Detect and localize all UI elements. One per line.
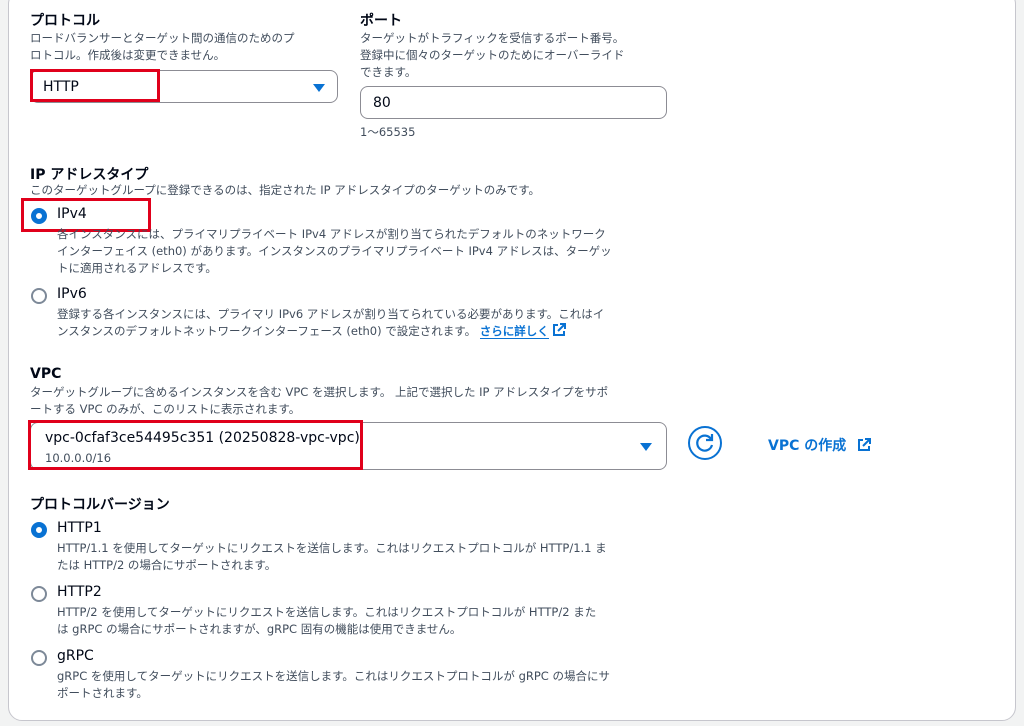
ipv4-description-line: 各インスタンスには、プライマリプライベート IPv4 アドレスが割り当てられたデ… [57,227,606,241]
ipv6-label[interactable]: IPv6 [57,286,87,302]
port-description-line: できます。 [360,65,417,79]
learn-more-link[interactable]: さらに詳しく [479,324,549,339]
protocol-description-line: ロードバランサーとターゲット間の通信のためのプ [30,31,295,45]
http2-description: HTTP/2 を使用してターゲットにリクエストを送信します。これはリクエストプロ… [57,604,596,638]
vpc-select[interactable]: vpc-0cfaf3ce54495c351 (20250828-vpc-vpc)… [30,422,667,470]
radio-ipv4[interactable] [31,208,47,224]
ipv4-description: 各インスタンスには、プライマリプライベート IPv4 アドレスが割り当てられたデ… [57,226,612,277]
protocol-selected-value: HTTP [43,79,79,95]
vpc-description-line: ートする VPC のみが、このリストに表示されます。 [30,402,301,416]
refresh-icon [696,434,714,452]
caret-down-icon [640,443,652,451]
http1-label[interactable]: HTTP1 [57,520,102,536]
vpc-description: ターゲットグループに含めるインスタンスを含む VPC を選択します。 上記で選択… [30,384,608,418]
grpc-description-line: gRPC を使用してターゲットにリクエストを送信します。これはリクエストプロトコ… [57,669,610,683]
ipv6-description-line: 登録する各インスタンスには、プライマリ IPv6 アドレスが割り当てられている必… [57,307,605,321]
port-description: ターゲットがトラフィックを受信するポート番号。 登録中に個々のターゲットのために… [360,30,670,81]
radio-http1[interactable] [31,522,47,538]
port-constraint: 1〜65535 [360,125,416,139]
protocol-description-line: ロトコル。作成後は変更できません。 [30,48,226,62]
radio-http2[interactable] [31,586,47,602]
protocol-select[interactable]: HTTP [30,70,338,103]
ipv6-description-line: ンスタンスのデフォルトネットワークインターフェース (eth0) で設定されます… [57,323,604,340]
port-label: ポート [360,13,402,29]
http1-description-line: たは HTTP/2 の場合にサポートされます。 [57,558,277,572]
grpc-description-line: ポートされます。 [57,686,148,700]
radio-grpc[interactable] [31,650,47,666]
ipv6-description-text: ンスタンスのデフォルトネットワークインターフェース (eth0) で設定されます… [57,324,477,338]
ipv4-description-line: インターフェイス (eth0) があります。インスタンスのプライマリプライベート… [57,244,612,258]
external-link-icon[interactable] [857,438,871,452]
ip-address-type-label: IP アドレスタイプ [30,167,149,183]
http2-description-line: HTTP/2 を使用してターゲットにリクエストを送信します。これはリクエストプロ… [57,605,597,619]
grpc-description: gRPC を使用してターゲットにリクエストを送信します。これはリクエストプロトコ… [57,668,610,702]
grpc-label[interactable]: gRPC [57,648,94,664]
caret-down-icon [313,84,325,92]
external-link-icon[interactable] [552,323,567,337]
ipv6-description: 登録する各インスタンスには、プライマリ IPv6 アドレスが割り当てられている必… [57,306,604,340]
vpc-description-line: ターゲットグループに含めるインスタンスを含む VPC を選択します。 上記で選択… [30,385,609,399]
vpc-label: VPC [30,366,62,382]
create-vpc-link[interactable]: VPC の作成 [768,435,871,455]
http2-label[interactable]: HTTP2 [57,584,102,600]
vpc-selected-value: vpc-0cfaf3ce54495c351 (20250828-vpc-vpc) [45,430,360,446]
http1-description-line: HTTP/1.1 を使用してターゲットにリクエストを送信します。これはリクエスト… [57,541,607,555]
port-description-line: 登録中に個々のターゲットのためにオーバーライド [360,48,625,62]
create-vpc-label[interactable]: VPC の作成 [768,438,846,454]
vpc-selected-cidr: 10.0.0.0/16 [45,451,112,465]
port-description-line: ターゲットがトラフィックを受信するポート番号。 [360,31,625,45]
protocol-version-label: プロトコルバージョン [30,497,170,513]
ipv4-description-line: トに適用されるアドレスです。 [57,261,217,275]
protocol-label: プロトコル [30,13,100,29]
ip-address-type-description: このターゲットグループに登録できるのは、指定された IP アドレスタイプのターゲ… [30,183,541,197]
http1-description: HTTP/1.1 を使用してターゲットにリクエストを送信します。これはリクエスト… [57,540,607,574]
port-input[interactable]: 80 [360,86,667,119]
radio-ipv6[interactable] [31,288,47,304]
refresh-vpc-button[interactable] [688,426,722,460]
http2-description-line: は gRPC の場合にサポートされますが、gRPC 固有の機能は使用できません。 [57,622,462,636]
protocol-description: ロードバランサーとターゲット間の通信のためのプ ロトコル。作成後は変更できません… [30,30,340,64]
ipv4-label[interactable]: IPv4 [57,206,87,222]
